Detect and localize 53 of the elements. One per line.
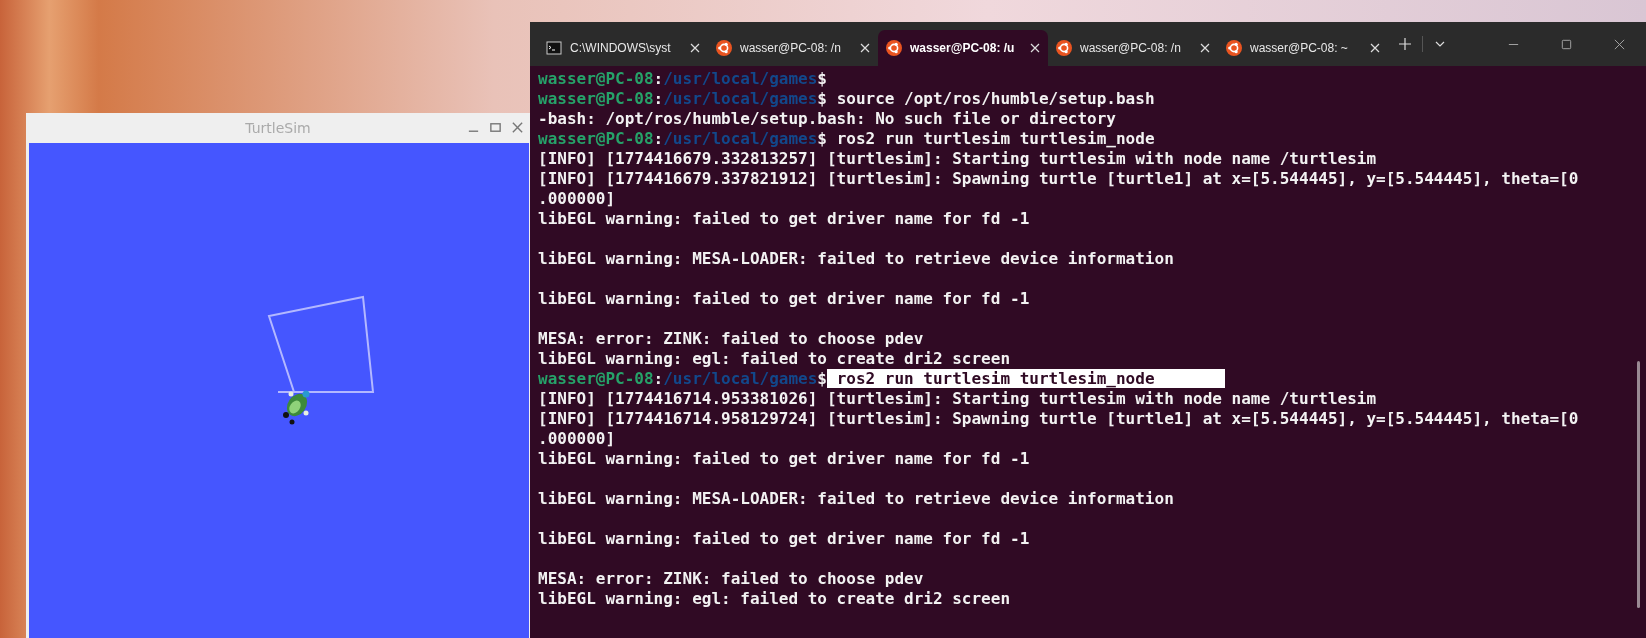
prompt-path: /usr/local/games [663, 129, 818, 148]
output-line: [INFO] [1774416679.332813257] [turtlesim]: Starting turtlesim with node name /turtlesim [538, 149, 1377, 168]
output-line: .000000] [538, 429, 616, 448]
prompt-separator: : [653, 369, 664, 388]
prompt-user: wasser@PC-08 [538, 69, 654, 88]
prompt-user: wasser@PC-08 [538, 89, 654, 108]
command-text: source /opt/ros/humble/setup.bash [835, 89, 1155, 108]
plus-icon[interactable] [1398, 37, 1412, 51]
output-line: libEGL warning: failed to get driver name for fd -1 [538, 449, 1030, 468]
prompt-symbol: $ [817, 89, 827, 108]
maximize-icon[interactable] [489, 121, 502, 134]
prompt-path: /usr/local/games [663, 69, 818, 88]
command-text: ros2 run turtlesim turtlesim_node [835, 129, 1155, 148]
window-title: TurtleSim [245, 120, 311, 136]
prompt-symbol: $ [817, 69, 827, 88]
output-line: MESA: error: ZINK: failed to choose pdev [538, 329, 924, 348]
command-text: ros2 run turtlesim turtlesim_node [827, 369, 1225, 388]
prompt-symbol: $ [817, 369, 827, 388]
prompt-separator: : [653, 129, 664, 148]
output-line: libEGL warning: egl: failed to create dri2 screen [538, 589, 1010, 608]
output-line: libEGL warning: MESA-LOADER: failed to retrieve device information [538, 489, 1174, 508]
ubuntu-logo-icon [716, 40, 732, 56]
terminal-tab[interactable]: wasser@PC-08: /u [878, 30, 1048, 66]
output-line: .000000] [538, 189, 616, 208]
turtle-drawing [283, 390, 310, 425]
output-line: [INFO] [1774416679.337821912] [turtlesim]: Spawning turtle [turtle1] at x=[5.544445], y=[5.544445], theta=[0 [538, 169, 1579, 188]
output-line: -bash: /opt/ros/humble/setup.bash: No such file or directory [538, 109, 1116, 128]
prompt-separator: : [653, 89, 664, 108]
maximize-icon[interactable] [1560, 37, 1573, 51]
terminal-tab[interactable]: wasser@PC-08: ~ [1218, 30, 1388, 66]
output-line: [INFO] [1774416714.953381026] [turtlesim]: Starting turtlesim with node name /turtlesim [538, 389, 1377, 408]
prompt-path: /usr/local/games [663, 89, 818, 108]
prompt-user: wasser@PC-08 [538, 369, 654, 388]
prompt-symbol: $ [817, 129, 827, 148]
command-prompt-icon [546, 40, 562, 56]
output-line: libEGL warning: failed to get driver name for fd -1 [538, 289, 1030, 308]
prompt-user: wasser@PC-08 [538, 129, 654, 148]
output-line: libEGL warning: failed to get driver name for fd -1 [538, 209, 1030, 228]
ubuntu-logo-icon [1226, 40, 1242, 56]
terminal-tab[interactable]: wasser@PC-08: /n [708, 30, 878, 66]
output-line: libEGL warning: egl: failed to create dri2 screen [538, 349, 1010, 368]
output-line: libEGL warning: failed to get driver name for fd -1 [538, 529, 1030, 548]
ubuntu-logo-icon [886, 40, 902, 56]
terminal-tab[interactable]: C:\WINDOWS\syst [538, 30, 708, 66]
output-line: [INFO] [1774416714.958129724] [turtlesim]: Spawning turtle [turtle1] at x=[5.544445], y=[5.544445], theta=[0 [538, 409, 1579, 428]
output-line: MESA: error: ZINK: failed to choose pdev [538, 569, 924, 588]
close-icon[interactable] [1613, 37, 1626, 51]
scrollbar[interactable] [1637, 361, 1640, 608]
output-line: libEGL warning: MESA-LOADER: failed to retrieve device information [538, 249, 1174, 268]
ubuntu-logo-icon [1056, 40, 1072, 56]
prompt-separator: : [653, 69, 664, 88]
terminal-tab[interactable]: wasser@PC-08: /n [1048, 30, 1218, 66]
prompt-path: /usr/local/games [663, 369, 818, 388]
